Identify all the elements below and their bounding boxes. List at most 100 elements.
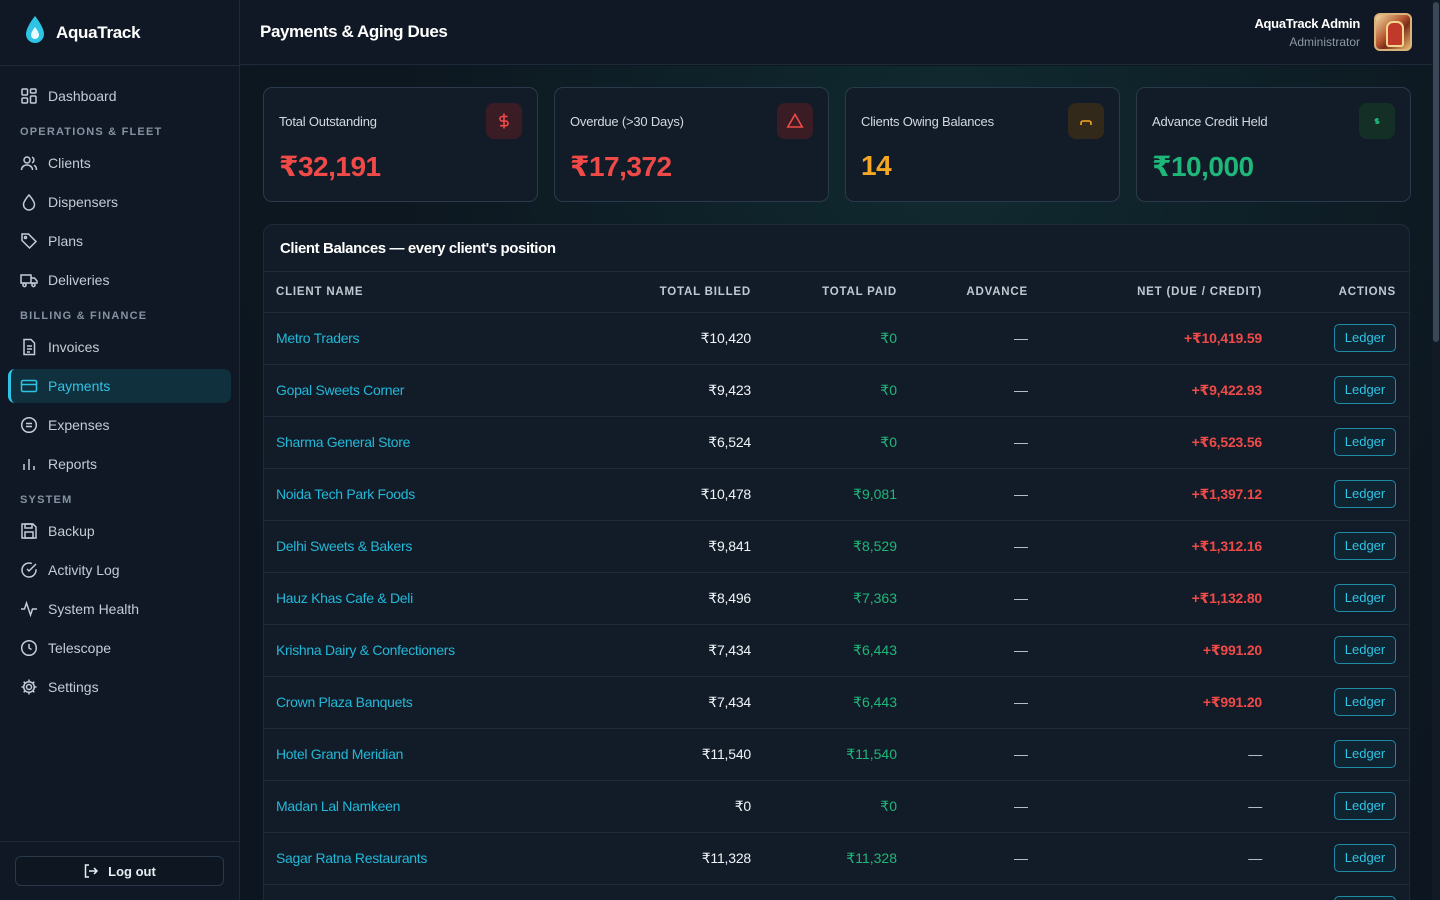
ledger-button[interactable]: Ledger <box>1334 792 1396 820</box>
ledger-button[interactable]: Ledger <box>1334 584 1396 612</box>
total-paid: ₹8,529 <box>764 520 910 573</box>
client-name-link[interactable]: Sagar Ratna Restaurants <box>264 832 584 885</box>
ledger-button[interactable]: Ledger <box>1334 636 1396 664</box>
client-name-link[interactable]: Krishna Dairy & Confectioners <box>264 624 584 677</box>
total-billed: ₹11,328 <box>584 832 764 885</box>
page-scrollbar[interactable] <box>1432 0 1440 900</box>
client-name-link[interactable]: Delhi Sweets & Bakers <box>264 520 584 573</box>
actions-cell: Ledger <box>1275 832 1409 885</box>
user-menu[interactable]: AquaTrack Admin Administrator <box>1254 13 1412 51</box>
sidebar-item-label: Expenses <box>48 417 110 433</box>
table-row: Krishna Dairy & Confectioners ₹7,434 ₹6,44… <box>264 624 1409 677</box>
client-name-link[interactable]: Hotel Grand Meridian <box>264 728 584 781</box>
sidebar-item-settings[interactable]: Settings <box>8 670 231 704</box>
sidebar-item-plans[interactable]: Plans <box>8 224 231 258</box>
table-body: Metro Traders ₹10,420 ₹0— +₹10,419.59 Ledger… <box>264 312 1409 900</box>
ledger-button[interactable]: Ledger <box>1334 740 1396 768</box>
dashboard-icon <box>21 88 37 104</box>
col-client-name[interactable]: CLIENT NAME <box>264 272 584 313</box>
client-name-link[interactable]: Madan Lal Namkeen <box>264 780 584 833</box>
avatar[interactable] <box>1374 13 1412 51</box>
client-name-link[interactable]: Gopal Sweets Corner <box>264 364 584 417</box>
dollar-icon <box>486 103 522 139</box>
total-billed: ₹9,841 <box>584 520 764 573</box>
user-name: AquaTrack Admin <box>1254 15 1360 31</box>
table-title: Client Balances — every client's positio… <box>264 225 1409 272</box>
check-circle-icon <box>21 562 37 578</box>
card-label: Total Outstanding <box>279 114 377 129</box>
client-name-link[interactable]: Metro Traders <box>264 312 584 365</box>
logout-button[interactable]: Log out <box>15 856 224 886</box>
card-value: ₹17,372 <box>570 151 672 182</box>
card-clients-owing: Clients Owing Balances 14 <box>845 87 1120 202</box>
card-value: 14 <box>861 150 892 181</box>
ledger-button[interactable]: Ledger <box>1334 324 1396 352</box>
sidebar-nav: Dashboard OPERATIONS & FLEET Clients Dis… <box>0 66 239 704</box>
client-name-link[interactable]: Noida Tech Park Foods <box>264 468 584 521</box>
ledger-button[interactable]: Ledger <box>1334 844 1396 872</box>
sidebar-item-invoices[interactable]: Invoices <box>8 330 231 364</box>
droplet-icon <box>22 193 36 211</box>
actions-cell: Ledger <box>1275 884 1409 900</box>
ledger-button[interactable]: Ledger <box>1334 376 1396 404</box>
advance: — <box>910 832 1041 885</box>
total-billed: ₹10,478 <box>584 468 764 521</box>
sidebar-item-payments[interactable]: Payments <box>8 369 231 403</box>
actions-cell: Ledger <box>1275 312 1409 365</box>
scrollbar-thumb[interactable] <box>1433 2 1439 342</box>
nav-section-system: SYSTEM <box>20 494 73 506</box>
actions-cell: Ledger <box>1275 624 1409 677</box>
client-name-link[interactable]: Hauz Khas Cafe & Deli <box>264 572 584 625</box>
client-name-link[interactable]: Sharma General Store <box>264 416 584 469</box>
client-balances-table: Client Balances — every client's positio… <box>263 224 1410 900</box>
file-icon <box>23 338 36 356</box>
sidebar-item-backup[interactable]: Backup <box>8 514 231 548</box>
logout-label: Log out <box>108 863 156 879</box>
total-paid: ₹11,328 <box>764 832 910 885</box>
ledger-button[interactable]: Ledger <box>1334 428 1396 456</box>
advance: — <box>910 728 1041 781</box>
ledger-button[interactable]: Ledger <box>1334 480 1396 508</box>
sidebar-item-clients[interactable]: Clients <box>8 146 231 180</box>
sidebar-item-label: Invoices <box>48 339 100 355</box>
sidebar-item-label: Reports <box>48 456 98 472</box>
col-total-paid[interactable]: TOTAL PAID <box>764 272 910 313</box>
sidebar-item-label: Settings <box>48 679 99 695</box>
sidebar-item-system-health[interactable]: System Health <box>8 592 231 626</box>
sidebar-item-expenses[interactable]: Expenses <box>8 408 231 442</box>
ledger-button[interactable]: Ledger <box>1334 532 1396 560</box>
sidebar-item-dashboard[interactable]: Dashboard <box>8 79 231 113</box>
gear-icon <box>21 679 37 695</box>
net-balance: — <box>1041 728 1275 781</box>
net-balance: +₹1,397.12 <box>1041 468 1275 521</box>
table-row: Delhi Sweets & Bakers ₹9,841 ₹8,529— +₹1,31… <box>264 520 1409 573</box>
sidebar-item-deliveries[interactable]: Deliveries <box>8 263 231 297</box>
advance: — <box>910 520 1041 573</box>
advance: — <box>910 780 1041 833</box>
col-total-billed[interactable]: TOTAL BILLED <box>584 272 764 313</box>
table-row: Gopal Sweets Corner ₹9,423 ₹0— +₹9,422.93 Le… <box>264 364 1409 417</box>
net-balance: — <box>1041 780 1275 833</box>
users-icon <box>1068 103 1104 139</box>
ledger-button[interactable]: Ledger <box>1334 688 1396 716</box>
user-role: Administrator <box>1289 34 1360 49</box>
col-advance[interactable]: ADVANCE <box>910 272 1041 313</box>
user-info: AquaTrack Admin Administrator <box>1254 16 1360 49</box>
col-net[interactable]: NET (DUE / CREDIT) <box>1041 272 1275 313</box>
card-overdue: Overdue (>30 Days) ₹17,372 <box>554 87 829 202</box>
ledger-button[interactable]: Ledger <box>1334 896 1396 900</box>
sidebar-item-activity-log[interactable]: Activity Log <box>8 553 231 587</box>
brand[interactable]: AquaTrack <box>0 0 239 66</box>
clock-icon <box>20 639 38 657</box>
advance: — <box>910 468 1041 521</box>
water-drop-icon <box>24 15 46 50</box>
sidebar-item-label: Backup <box>48 523 95 539</box>
sidebar-item-label: Deliveries <box>48 272 110 288</box>
sidebar-item-reports[interactable]: Reports <box>8 447 231 481</box>
sidebar: AquaTrack Dashboard OPERATIONS & FLEET C… <box>0 0 240 900</box>
sidebar-item-telescope[interactable]: Telescope <box>8 631 231 665</box>
total-paid <box>764 884 910 900</box>
client-name-link[interactable]: Crown Plaza Banquets <box>264 676 584 729</box>
client-name-link[interactable] <box>264 884 584 900</box>
sidebar-item-dispensers[interactable]: Dispensers <box>8 185 231 219</box>
